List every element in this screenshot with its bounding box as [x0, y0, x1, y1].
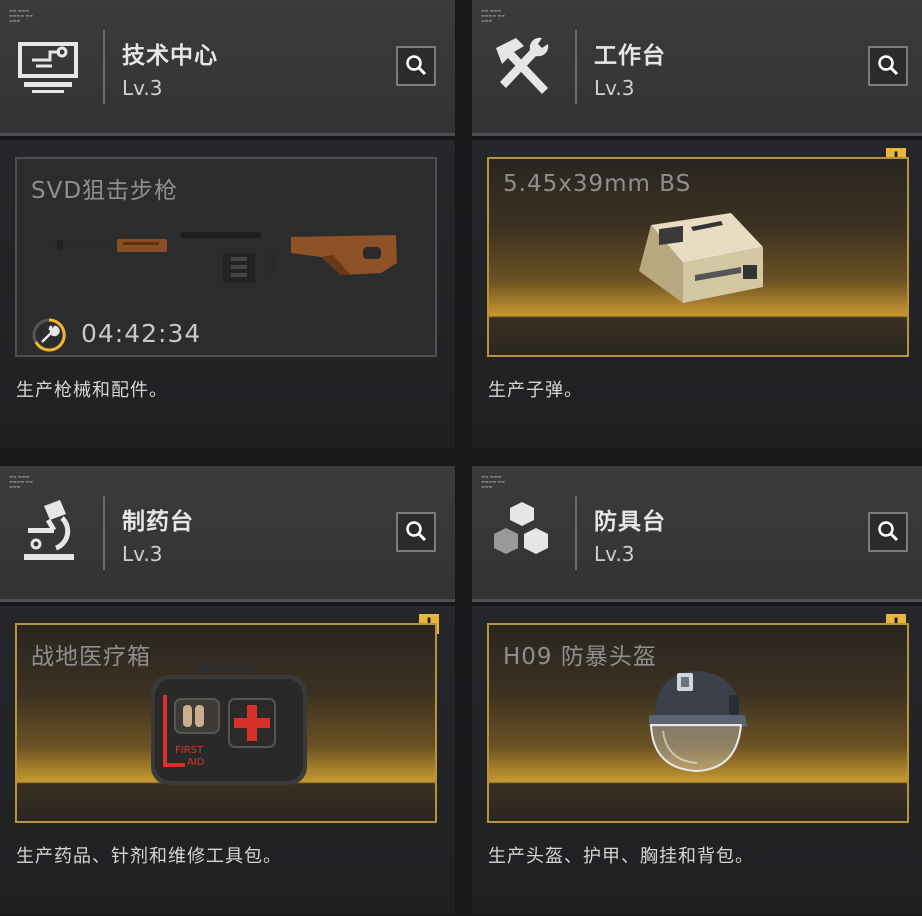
station-level: Lv.3	[594, 542, 635, 566]
station-title: 工作台	[594, 43, 666, 69]
search-icon	[406, 55, 427, 76]
production-item-card[interactable]: H09 防暴头盔	[487, 623, 909, 823]
station-level: Lv.3	[594, 76, 635, 100]
station-title: 制药台	[122, 509, 194, 535]
station-body: ! H09 防暴头盔 生产头盔、护甲、胸挂和背包。	[472, 606, 922, 914]
search-button[interactable]	[396, 512, 436, 552]
header-fine-print: ▬▬ ▬▬▬ ▬▬▬▬ ▬▬ ▬▬▬	[481, 474, 505, 489]
station-header: ▬▬ ▬▬▬ ▬▬▬▬ ▬▬ ▬▬▬ 工作台 Lv.3	[472, 0, 922, 136]
station-header: ▬▬ ▬▬▬ ▬▬▬▬ ▬▬ ▬▬▬ 防具台 Lv.3	[472, 466, 922, 602]
header-divider	[575, 30, 577, 104]
header-divider	[103, 30, 105, 104]
station-description: 生产药品、针剂和维修工具包。	[16, 846, 282, 867]
microscope-icon	[24, 500, 74, 560]
ammo-box-icon	[639, 213, 763, 303]
station-body: ! 战地医疗箱 FIRST AID 生产药品、针剂和维修工具包。	[0, 606, 455, 914]
station-title: 技术中心	[122, 43, 218, 69]
item-name: 5.45x39mm BS	[503, 171, 692, 197]
riot-helmet-icon	[649, 671, 747, 773]
production-timer: 04:42:34	[81, 319, 202, 348]
search-icon	[878, 55, 899, 76]
search-button[interactable]	[868, 512, 908, 552]
item-name: 战地医疗箱	[31, 644, 151, 670]
production-item-card[interactable]: 5.45x39mm BS	[487, 157, 909, 357]
item-name: SVD狙击步枪	[31, 178, 179, 204]
svg-text:AID: AID	[187, 757, 205, 768]
production-item-card[interactable]: SVD狙击步枪 04:42:34	[15, 157, 437, 357]
header-fine-print: ▬▬ ▬▬▬ ▬▬▬▬ ▬▬ ▬▬▬	[9, 474, 33, 489]
header-fine-print: ▬▬ ▬▬▬ ▬▬▬▬ ▬▬ ▬▬▬	[481, 8, 505, 23]
wrench-timer-icon	[32, 318, 66, 352]
computer-icon	[18, 42, 78, 93]
cubes-icon	[494, 502, 548, 554]
svg-text:FIRST: FIRST	[175, 745, 204, 756]
search-icon	[878, 521, 899, 542]
station-level: Lv.3	[122, 76, 163, 100]
station-description: 生产枪械和配件。	[16, 380, 168, 401]
first-aid-kit-icon: FIRST AID	[151, 665, 307, 785]
production-item-card[interactable]: 战地医疗箱 FIRST AID	[15, 623, 437, 823]
station-title: 防具台	[594, 509, 666, 535]
sniper-rifle-icon	[53, 232, 397, 283]
item-name: H09 防暴头盔	[503, 644, 657, 670]
station-level: Lv.3	[122, 542, 163, 566]
station-body: SVD狙击步枪 04:42:34 生产枪械和配件。	[0, 140, 455, 448]
station-header: ▬▬ ▬▬▬ ▬▬▬▬ ▬▬ ▬▬▬ 技术中心 Lv.3	[0, 0, 455, 136]
header-fine-print: ▬▬ ▬▬▬ ▬▬▬▬ ▬▬ ▬▬▬	[9, 8, 33, 23]
hammer-wrench-icon	[496, 37, 549, 94]
search-button[interactable]	[396, 46, 436, 86]
search-icon	[406, 521, 427, 542]
station-header: ▬▬ ▬▬▬ ▬▬▬▬ ▬▬ ▬▬▬ 制药台 Lv.3	[0, 466, 455, 602]
station-description: 生产子弹。	[488, 380, 583, 401]
header-divider	[103, 496, 105, 570]
station-description: 生产头盔、护甲、胸挂和背包。	[488, 846, 754, 867]
search-button[interactable]	[868, 46, 908, 86]
header-divider	[575, 496, 577, 570]
station-body: ! 5.45x39mm BS 生产子弹。	[472, 140, 922, 448]
